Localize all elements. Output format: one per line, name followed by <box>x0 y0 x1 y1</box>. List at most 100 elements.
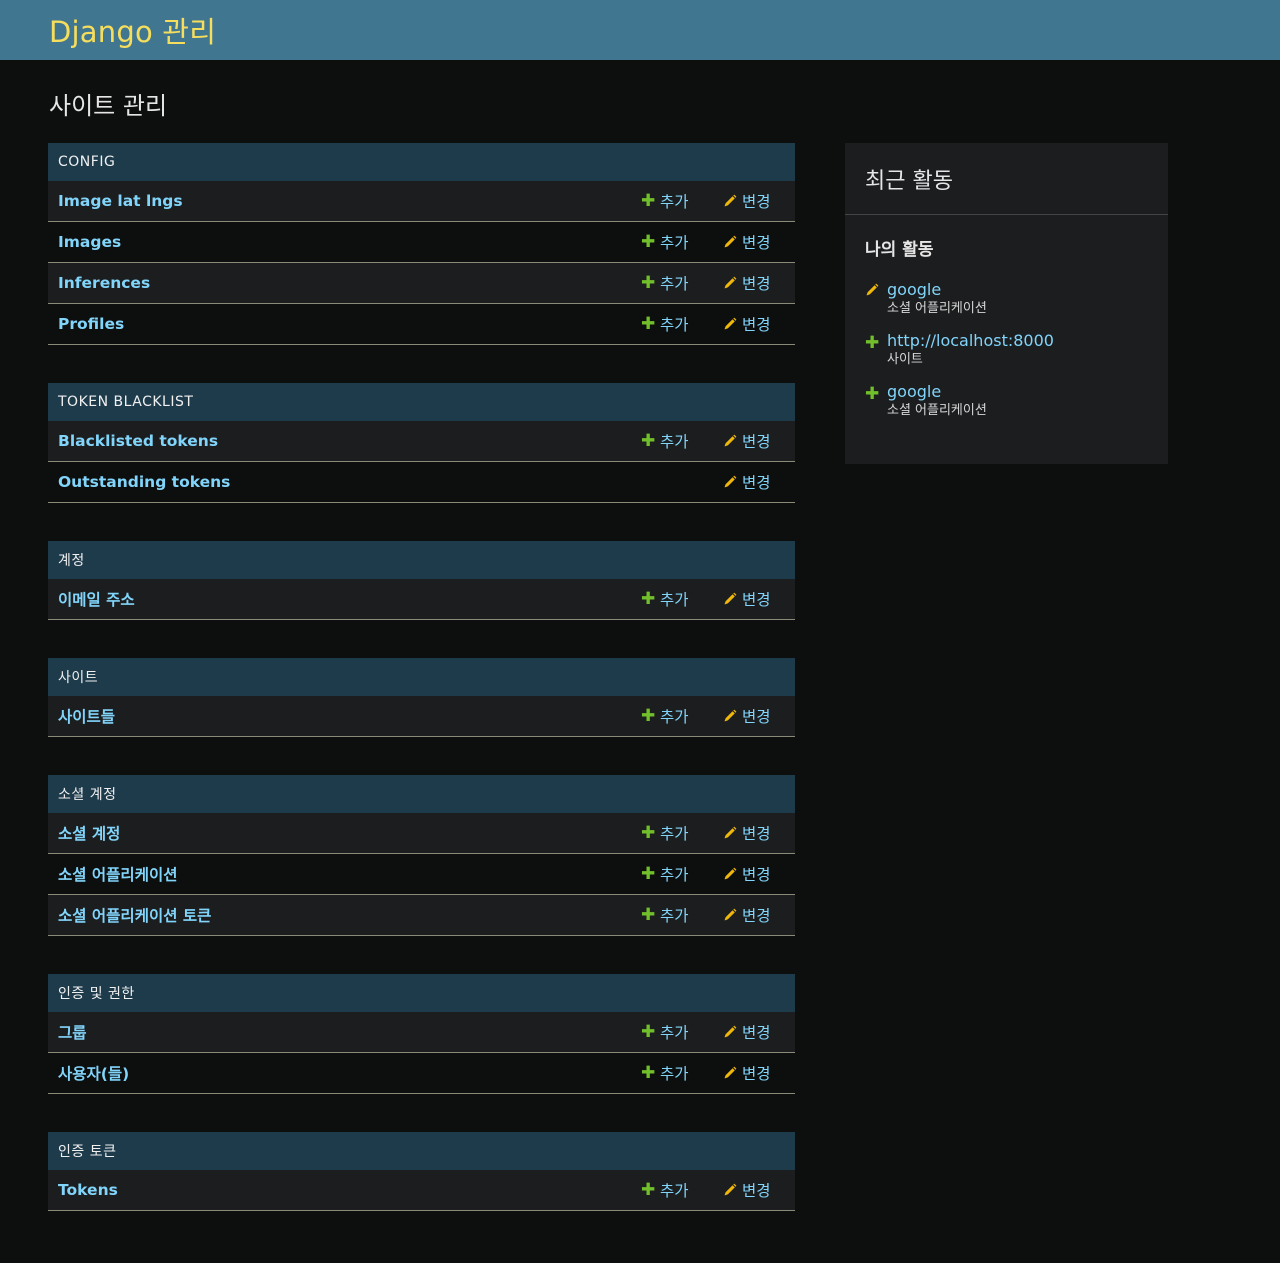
module-caption[interactable]: 사이트 <box>48 658 795 696</box>
model-row: Blacklisted tokens ✚ 추가 변경 <box>48 421 795 462</box>
plus-icon: ✚ <box>641 232 656 252</box>
site-name-link[interactable]: Django 관리 <box>49 9 216 51</box>
change-link[interactable]: 변경 <box>723 588 771 610</box>
change-label: 변경 <box>742 825 771 843</box>
model-row: Outstanding tokens 변경 <box>48 462 795 503</box>
model-rows: Blacklisted tokens ✚ 추가 변경 Outstanding token… <box>48 421 795 503</box>
add-label: 추가 <box>660 708 689 726</box>
model-row: Inferences ✚ 추가 변경 <box>48 263 795 304</box>
add-link[interactable]: ✚ 추가 <box>641 588 689 610</box>
model-link[interactable]: 소셜 어플리케이션 토큰 <box>58 904 211 926</box>
app-module: 인증 및 권한 그룹 ✚ 추가 변경 사용자(들) ✚ 추가 변경 <box>48 974 795 1094</box>
change-label: 변경 <box>742 708 771 726</box>
recent-action-body: google 소셜 어플리케이션 <box>887 280 987 317</box>
model-link[interactable]: 소셜 계정 <box>58 822 120 844</box>
site-header: Django 관리 <box>0 0 1280 60</box>
plus-icon: ✚ <box>641 191 656 211</box>
add-label: 추가 <box>660 1065 689 1083</box>
change-link[interactable]: 변경 <box>723 863 771 885</box>
module-caption[interactable]: 계정 <box>48 541 795 579</box>
add-label: 추가 <box>660 907 689 925</box>
change-link[interactable]: 변경 <box>723 190 771 212</box>
app-module: CONFIG Image lat lngs ✚ 추가 변경 Images ✚ 추가 변경 Infe… <box>48 143 795 345</box>
model-link[interactable]: Images <box>58 233 121 251</box>
recent-action-link[interactable]: google <box>887 280 987 300</box>
pencil-icon <box>723 235 737 249</box>
recent-actions-panel: 최근 활동 나의 활동 google 소셜 어플리케이션 ✚ http://local… <box>845 143 1168 464</box>
module-caption[interactable]: 인증 토큰 <box>48 1132 795 1170</box>
model-row: 이메일 주소 ✚ 추가 변경 <box>48 579 795 620</box>
add-icon: ✚ <box>865 333 880 353</box>
add-link[interactable]: ✚ 추가 <box>641 231 689 253</box>
pencil-icon <box>723 475 737 489</box>
change-label: 변경 <box>742 316 771 334</box>
recent-action-item: google 소셜 어플리케이션 <box>865 280 1148 317</box>
plus-icon: ✚ <box>641 273 656 293</box>
module-caption[interactable]: 인증 및 권한 <box>48 974 795 1012</box>
change-link[interactable]: 변경 <box>723 272 771 294</box>
change-link[interactable]: 변경 <box>723 822 771 844</box>
model-link[interactable]: 이메일 주소 <box>58 588 135 610</box>
recent-action-link[interactable]: google <box>887 382 987 402</box>
change-link[interactable]: 변경 <box>723 904 771 926</box>
add-label: 추가 <box>660 316 689 334</box>
model-link[interactable]: Blacklisted tokens <box>58 432 218 450</box>
model-link[interactable]: Tokens <box>58 1181 118 1199</box>
add-link[interactable]: ✚ 추가 <box>641 272 689 294</box>
add-link[interactable]: ✚ 추가 <box>641 313 689 335</box>
add-link[interactable]: ✚ 추가 <box>641 1021 689 1043</box>
model-link[interactable]: Image lat lngs <box>58 192 183 210</box>
page-title: 사이트 관리 <box>49 92 168 120</box>
change-link[interactable]: 변경 <box>723 1179 771 1201</box>
model-row: Images ✚ 추가 변경 <box>48 222 795 263</box>
change-label: 변경 <box>742 1065 771 1083</box>
module-caption[interactable]: CONFIG <box>48 143 795 181</box>
change-link[interactable]: 변경 <box>723 313 771 335</box>
add-label: 추가 <box>660 1024 689 1042</box>
model-link[interactable]: Inferences <box>58 274 150 292</box>
add-link[interactable]: ✚ 추가 <box>641 863 689 885</box>
plus-icon: ✚ <box>641 706 656 726</box>
add-label: 추가 <box>660 193 689 211</box>
pencil-icon <box>723 434 737 448</box>
plus-icon: ✚ <box>641 314 656 334</box>
add-link[interactable]: ✚ 추가 <box>641 190 689 212</box>
change-link[interactable]: 변경 <box>723 1021 771 1043</box>
change-label: 변경 <box>742 1024 771 1042</box>
change-link[interactable]: 변경 <box>723 1062 771 1084</box>
model-link[interactable]: 사용자(들) <box>58 1062 129 1084</box>
plus-icon: ✚ <box>641 589 656 609</box>
recent-action-type: 사이트 <box>887 352 923 367</box>
add-label: 추가 <box>660 591 689 609</box>
change-link[interactable]: 변경 <box>723 231 771 253</box>
add-link[interactable]: ✚ 추가 <box>641 822 689 844</box>
add-link[interactable]: ✚ 추가 <box>641 1179 689 1201</box>
change-link[interactable]: 변경 <box>723 705 771 727</box>
model-row: Image lat lngs ✚ 추가 변경 <box>48 181 795 222</box>
change-link[interactable]: 변경 <box>723 471 771 493</box>
add-label: 추가 <box>660 234 689 252</box>
model-row: Tokens ✚ 추가 변경 <box>48 1170 795 1211</box>
change-link[interactable]: 변경 <box>723 430 771 452</box>
add-link[interactable]: ✚ 추가 <box>641 1062 689 1084</box>
model-link[interactable]: 그룹 <box>58 1021 87 1043</box>
model-row: 사이트들 ✚ 추가 변경 <box>48 696 795 737</box>
model-row: 소셜 어플리케이션 ✚ 추가 변경 <box>48 854 795 895</box>
add-link[interactable]: ✚ 추가 <box>641 705 689 727</box>
add-label: 추가 <box>660 433 689 451</box>
recent-action-link[interactable]: http://localhost:8000 <box>887 331 1054 351</box>
model-link[interactable]: Profiles <box>58 315 124 333</box>
recent-actions-title: 최근 활동 <box>845 143 1168 215</box>
add-icon: ✚ <box>865 384 880 404</box>
model-link[interactable]: 소셜 어플리케이션 <box>58 863 177 885</box>
module-caption[interactable]: TOKEN BLACKLIST <box>48 383 795 421</box>
add-link[interactable]: ✚ 추가 <box>641 430 689 452</box>
pencil-icon <box>723 317 737 331</box>
change-label: 변경 <box>742 591 771 609</box>
add-link[interactable]: ✚ 추가 <box>641 904 689 926</box>
module-caption[interactable]: 소셜 계정 <box>48 775 795 813</box>
model-row: 그룹 ✚ 추가 변경 <box>48 1012 795 1053</box>
model-link[interactable]: 사이트들 <box>58 705 115 727</box>
model-link[interactable]: Outstanding tokens <box>58 473 230 491</box>
recent-action-item: ✚ google 소셜 어플리케이션 <box>865 382 1148 419</box>
